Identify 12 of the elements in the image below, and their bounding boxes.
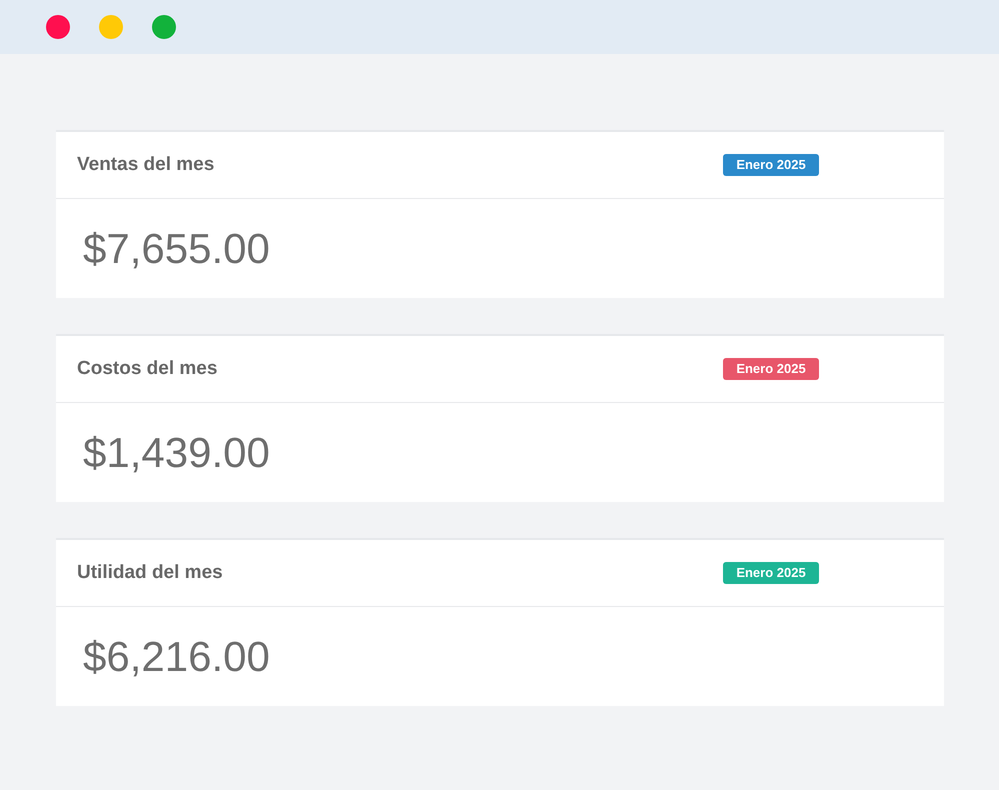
date-badge: Enero 2025 [723, 562, 819, 584]
minimize-icon[interactable] [99, 15, 123, 39]
card-title: Utilidad del mes [77, 560, 224, 585]
close-icon[interactable] [46, 15, 70, 39]
amount-value: $6,216.00 [83, 632, 270, 682]
amount-value: $7,655.00 [83, 224, 270, 274]
maximize-icon[interactable] [152, 15, 176, 39]
date-badge: Enero 2025 [723, 358, 819, 380]
card-title: Costos del mes [77, 356, 218, 381]
amount-value: $1,439.00 [83, 428, 270, 478]
card-title: Ventas del mes [77, 152, 216, 177]
date-badge: Enero 2025 [723, 154, 819, 176]
